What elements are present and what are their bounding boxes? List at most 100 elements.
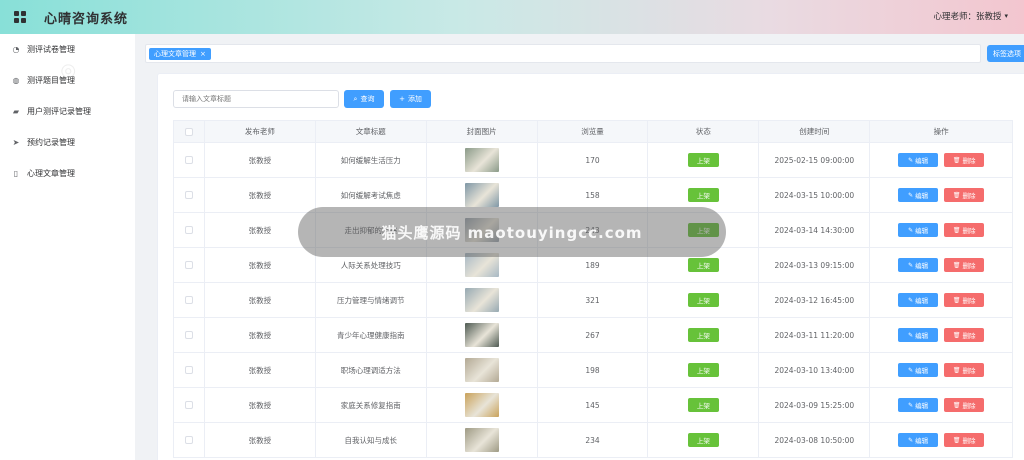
row-checkbox[interactable] [184, 401, 193, 409]
delete-label: 删除 [962, 367, 976, 375]
table-row: 张教授 青少年心理健康指南 267 上架 2024-03-11 11:20:00 ✎ 编辑 🗑… [174, 318, 1014, 353]
edit-label: 编辑 [915, 227, 929, 235]
add-button[interactable]: + 添加 [390, 90, 431, 108]
actions-cell: ✎ 编辑 🗑 删除 [870, 213, 1014, 248]
delete-button[interactable]: 🗑 删除 [944, 433, 985, 447]
teacher-cell: 张教授 [204, 248, 316, 283]
user-menu[interactable]: 心理老师：张教授 ▾ [933, 10, 1008, 22]
actions-cell: ✎ 编辑 🗑 删除 [870, 143, 1014, 178]
title-cell: 青少年心理健康指南 [315, 318, 427, 353]
row-checkbox[interactable] [184, 331, 193, 339]
edit-label: 编辑 [915, 402, 929, 410]
delete-label: 删除 [962, 192, 976, 200]
delete-button[interactable]: 🗑 删除 [944, 223, 985, 237]
views-cell: 170 [537, 143, 649, 178]
created-cell: 2024-03-12 16:45:00 [759, 283, 871, 318]
created-cell: 2024-03-08 10:50:00 [759, 423, 871, 458]
select-all-checkbox-cell[interactable] [174, 121, 205, 143]
table-row: 张教授 如何缓解生活压力 170 上架 2025-02-15 09:00:00 ✎ 编辑 🗑 删… [174, 143, 1014, 178]
menu-grid-icon[interactable] [14, 11, 26, 23]
edit-button[interactable]: ✎ 编辑 [898, 433, 939, 447]
row-checkbox-cell[interactable] [174, 388, 205, 423]
column-header: 文章标题 [315, 121, 427, 143]
edit-icon: ✎ [908, 261, 914, 269]
row-checkbox[interactable] [184, 296, 193, 304]
row-checkbox[interactable] [184, 436, 193, 444]
edit-button[interactable]: ✎ 编辑 [898, 223, 939, 237]
delete-button[interactable]: 🗑 删除 [944, 153, 985, 167]
created-cell: 2024-03-13 09:15:00 [759, 248, 871, 283]
trash-icon: 🗑 [952, 331, 961, 339]
edit-button[interactable]: ✎ 编辑 [898, 258, 939, 272]
delete-button[interactable]: 🗑 删除 [944, 188, 985, 202]
created-cell: 2024-03-14 14:30:00 [759, 213, 871, 248]
title-cell: 如何缓解生活压力 [315, 143, 427, 178]
edit-button[interactable]: ✎ 编辑 [898, 328, 939, 342]
row-checkbox-cell[interactable] [174, 143, 205, 178]
column-header: 发布老师 [204, 121, 316, 143]
status-cell: 上架 [648, 423, 760, 458]
status-button[interactable]: 上架 [687, 153, 719, 167]
sidebar-item-3[interactable]: ➤ 预约记录管理 [0, 127, 135, 158]
close-icon[interactable]: × [200, 50, 206, 58]
status-button[interactable]: 上架 [687, 433, 719, 447]
row-checkbox[interactable] [184, 366, 193, 374]
sidebar-item-2[interactable]: ▰ 用户测评记录管理 [0, 96, 135, 127]
row-checkbox-cell[interactable] [174, 213, 205, 248]
table-row: 张教授 家庭关系修复指南 145 上架 2024-03-09 15:25:00 ✎ 编辑 🗑 删… [174, 388, 1014, 423]
views-cell: 145 [537, 388, 649, 423]
actions-cell: ✎ 编辑 🗑 删除 [870, 318, 1014, 353]
delete-button[interactable]: 🗑 删除 [944, 258, 985, 272]
delete-button[interactable]: 🗑 删除 [944, 398, 985, 412]
actions-cell: ✎ 编辑 🗑 删除 [870, 388, 1014, 423]
edit-button[interactable]: ✎ 编辑 [898, 363, 939, 377]
sidebar-item-4[interactable]: ▯ 心理文章管理 [0, 158, 135, 189]
delete-button[interactable]: 🗑 删除 [944, 293, 985, 307]
status-button[interactable]: 上架 [687, 328, 719, 342]
cover-image [464, 428, 499, 452]
edit-button[interactable]: ✎ 编辑 [898, 153, 939, 167]
delete-label: 删除 [962, 227, 976, 235]
edit-icon: ✎ [908, 436, 914, 444]
edit-label: 编辑 [915, 192, 929, 200]
status-cell: 上架 [648, 143, 760, 178]
status-button[interactable]: 上架 [687, 363, 719, 377]
views-cell: 267 [537, 318, 649, 353]
teacher-cell: 张教授 [204, 423, 316, 458]
status-button[interactable]: 上架 [687, 398, 719, 412]
sidebar-item-1[interactable]: ◍ 测评题目管理 [0, 65, 135, 96]
add-button-label: 添加 [407, 95, 422, 103]
status-button[interactable]: 上架 [687, 188, 719, 202]
teacher-cell: 张教授 [204, 388, 316, 423]
status-button[interactable]: 上架 [687, 258, 719, 272]
row-checkbox-cell[interactable] [174, 283, 205, 318]
search-input[interactable] [173, 90, 339, 108]
row-checkbox-cell[interactable] [174, 353, 205, 388]
row-checkbox-cell[interactable] [174, 178, 205, 213]
trash-icon: 🗑 [952, 436, 961, 444]
sidebar-item-label: 测评题目管理 [27, 76, 75, 85]
select-all-checkbox[interactable] [184, 127, 193, 136]
tag-active[interactable]: 心理文章管理 × [149, 48, 211, 60]
status-cell: 上架 [648, 283, 760, 318]
status-button[interactable]: 上架 [687, 293, 719, 307]
delete-button[interactable]: 🗑 删除 [944, 363, 985, 377]
search-button[interactable]: ⌕ 查询 [344, 90, 384, 108]
edit-button[interactable]: ✎ 编辑 [898, 398, 939, 412]
row-checkbox[interactable] [184, 191, 193, 199]
row-checkbox-cell[interactable] [174, 248, 205, 283]
tag-options-button[interactable]: 标签选项 [987, 45, 1024, 62]
edit-button[interactable]: ✎ 编辑 [898, 188, 939, 202]
row-checkbox[interactable] [184, 226, 193, 234]
column-header: 操作 [870, 121, 1014, 143]
row-checkbox-cell[interactable] [174, 318, 205, 353]
title-cell: 自我认知与成长 [315, 423, 427, 458]
sidebar-item-label: 测评试卷管理 [27, 45, 75, 54]
row-checkbox-cell[interactable] [174, 423, 205, 458]
row-checkbox[interactable] [184, 261, 193, 269]
row-checkbox[interactable] [184, 156, 193, 164]
edit-button[interactable]: ✎ 编辑 [898, 293, 939, 307]
edit-label: 编辑 [915, 157, 929, 165]
sidebar-item-0[interactable]: ◔ 测评试卷管理 [0, 34, 135, 65]
delete-button[interactable]: 🗑 删除 [944, 328, 985, 342]
